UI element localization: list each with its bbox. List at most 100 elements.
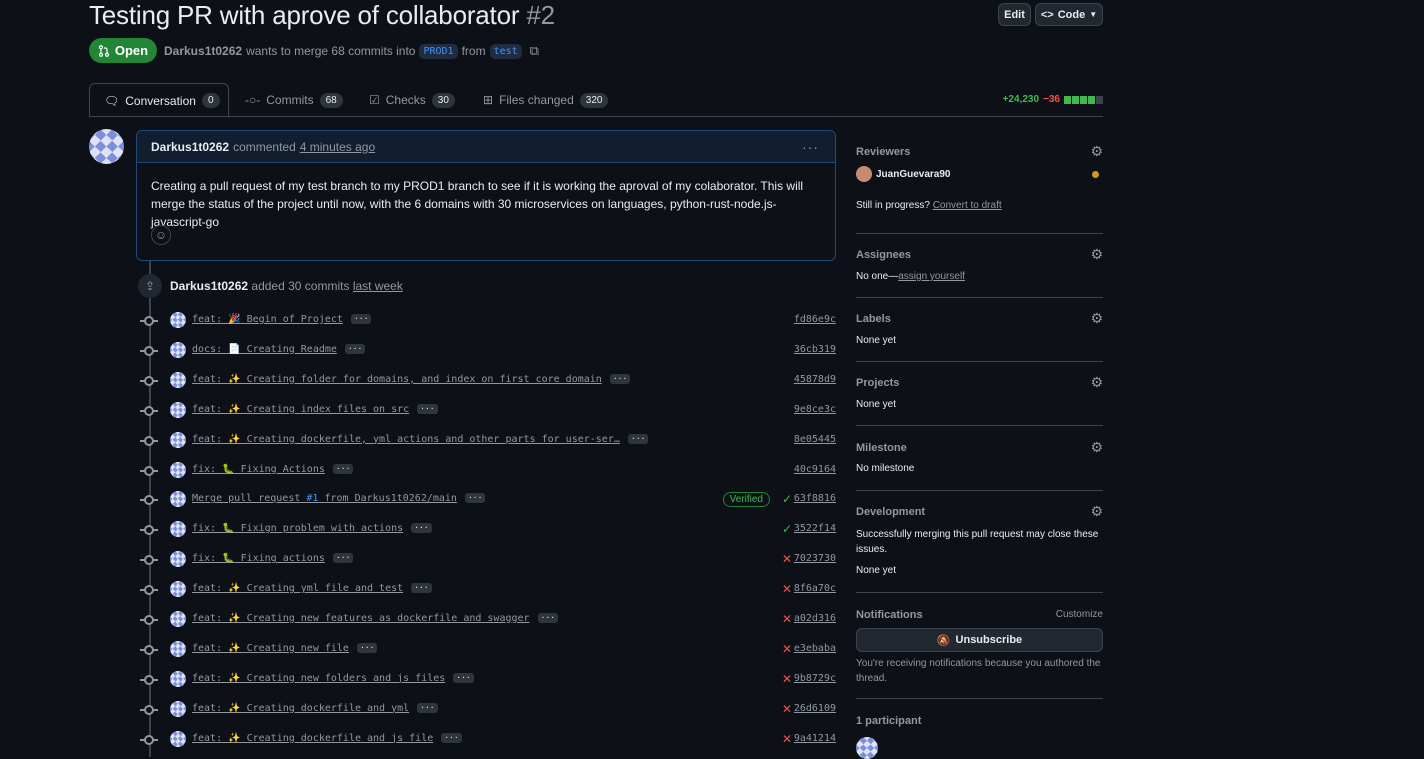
commit-avatar[interactable] (170, 611, 186, 627)
commit-avatar[interactable] (170, 491, 186, 508)
customize-link[interactable]: Customize (1056, 609, 1103, 620)
commit-link[interactable]: docs: 📄 Creating Readme ··· (192, 343, 366, 355)
commit-sha[interactable]: 7023730 (794, 553, 836, 564)
tab-files-changed[interactable]: ⊞ Files changed 320 (469, 83, 622, 117)
commit-pr-link[interactable]: #1 (306, 493, 318, 504)
tab-conversation[interactable]: 🗨 Conversation 0 (89, 83, 229, 118)
gear-icon[interactable]: ⚙ (1090, 439, 1103, 456)
participant-avatar[interactable] (856, 737, 878, 759)
gear-icon[interactable]: ⚙ (1090, 143, 1103, 160)
commit-avatar[interactable] (170, 730, 186, 747)
commit-avatar[interactable] (170, 640, 186, 657)
add-reaction-icon[interactable]: ☺ (151, 225, 171, 245)
expand-commit-button[interactable]: ··· (332, 463, 354, 474)
commit-sha[interactable]: 8f6a70c (794, 583, 836, 594)
verified-badge[interactable]: Verified (722, 492, 770, 508)
commit-sha[interactable]: 36cb319 (794, 344, 836, 355)
assignees-title[interactable]: Assignees (856, 249, 911, 261)
expand-commit-button[interactable]: ··· (441, 732, 462, 743)
commit-avatar[interactable] (170, 551, 186, 568)
comment-time[interactable]: 4 minutes ago (300, 140, 375, 154)
x-icon[interactable]: ✕ (782, 582, 792, 596)
commit-sha[interactable]: 9b8729c (794, 673, 836, 684)
x-icon[interactable]: ✕ (782, 642, 792, 656)
commit-link[interactable]: feat: ✨ Creating new file ··· (192, 642, 378, 654)
commit-link[interactable]: feat: 🎉 Begin of Project ··· (192, 314, 372, 325)
milestone-title[interactable]: Milestone (856, 442, 907, 454)
expand-commit-button[interactable]: ··· (453, 672, 474, 683)
gear-icon[interactable]: ⚙ (1090, 374, 1103, 391)
check-icon[interactable]: ✓ (782, 492, 792, 506)
commit-avatar[interactable] (170, 521, 186, 538)
expand-commit-button[interactable]: ··· (417, 702, 438, 713)
commit-sha[interactable]: 63f8816 (794, 493, 836, 504)
kebab-menu-icon[interactable]: ··· (802, 139, 819, 155)
base-branch[interactable]: PROD1 (419, 43, 458, 59)
x-icon[interactable]: ✕ (782, 552, 792, 566)
projects-title[interactable]: Projects (856, 377, 899, 389)
expand-commit-button[interactable]: ··· (344, 343, 366, 354)
expand-commit-button[interactable]: ··· (464, 493, 486, 504)
commit-link[interactable]: feat: ✨ Creating dockerfile and yml ··· (192, 702, 438, 714)
labels-title[interactable]: Labels (856, 313, 891, 325)
x-icon[interactable]: ✕ (782, 672, 792, 686)
gear-icon[interactable]: ⚙ (1090, 310, 1103, 327)
push-author[interactable]: Darkus1t0262 (170, 279, 248, 293)
pr-author-link[interactable]: Darkus1t0262 (164, 44, 242, 58)
commit-sha[interactable]: 45878d9 (794, 374, 836, 385)
commit-sha[interactable]: 3522f14 (794, 523, 836, 534)
commit-avatar[interactable] (170, 401, 186, 418)
commit-link[interactable]: feat: ✨ Creating new folders and js file… (192, 672, 474, 684)
commit-avatar[interactable] (170, 581, 186, 598)
expand-commit-button[interactable]: ··· (411, 583, 432, 594)
check-icon[interactable]: ✓ (782, 522, 792, 536)
unsubscribe-button[interactable]: 🔕 Unsubscribe (856, 628, 1103, 652)
expand-commit-button[interactable]: ··· (332, 553, 354, 564)
commit-avatar[interactable] (170, 341, 186, 358)
commit-link[interactable]: fix: 🐛 Fixign problem with actions ··· (192, 523, 432, 534)
x-icon[interactable]: ✕ (782, 702, 792, 716)
commit-avatar[interactable] (170, 670, 186, 687)
expand-commit-button[interactable]: ··· (417, 403, 438, 414)
commit-avatar[interactable] (170, 371, 186, 388)
expand-commit-button[interactable]: ··· (356, 642, 378, 653)
edit-button[interactable]: Edit (998, 3, 1031, 26)
comment-author[interactable]: Darkus1t0262 (151, 140, 229, 154)
commit-link[interactable]: feat: ✨ Creating dockerfile, yml actions… (192, 433, 649, 445)
x-icon[interactable]: ✕ (782, 612, 792, 626)
expand-commit-button[interactable]: ··· (411, 523, 432, 534)
commit-link[interactable]: Merge pull request #1 from Darkus1t0262/… (192, 493, 486, 504)
commit-avatar[interactable] (170, 312, 186, 328)
author-avatar[interactable] (89, 129, 124, 164)
commit-avatar[interactable] (170, 700, 186, 717)
x-icon[interactable]: ✕ (782, 732, 792, 746)
commit-sha[interactable]: fd86e9c (794, 314, 836, 325)
commit-sha[interactable]: e3ebaba (794, 643, 836, 654)
expand-commit-button[interactable]: ··· (609, 373, 631, 384)
commit-sha[interactable]: 9a41214 (794, 733, 836, 744)
development-title[interactable]: Development (856, 506, 925, 518)
commit-sha[interactable]: 8e05445 (794, 434, 836, 445)
expand-commit-button[interactable]: ··· (537, 613, 559, 623)
gear-icon[interactable]: ⚙ (1090, 503, 1103, 520)
assign-yourself-link[interactable]: assign yourself (898, 271, 965, 282)
convert-to-draft-link[interactable]: Convert to draft (933, 200, 1002, 211)
commit-sha[interactable]: 9e8ce3c (794, 404, 836, 415)
tab-commits[interactable]: -○- Commits 68 (231, 83, 357, 117)
copy-icon[interactable]: ⧉ (530, 43, 539, 59)
commit-sha[interactable]: a02d316 (794, 613, 836, 624)
commit-avatar[interactable] (170, 431, 186, 448)
commit-avatar[interactable] (170, 461, 186, 478)
reviewer-avatar[interactable] (856, 166, 872, 182)
push-time[interactable]: last week (353, 279, 403, 293)
reviewers-title[interactable]: Reviewers (856, 146, 910, 158)
commit-link[interactable]: feat: ✨ Creating dockerfile and js file ·… (192, 732, 462, 744)
code-button[interactable]: <> Code ▼ (1035, 3, 1103, 26)
gear-icon[interactable]: ⚙ (1090, 246, 1103, 263)
commit-link[interactable]: feat: ✨ Creating index files on src ··· (192, 403, 438, 415)
head-branch[interactable]: test (489, 43, 522, 59)
commit-link[interactable]: fix: 🐛 Fixing Actions ··· (192, 463, 354, 475)
commit-link[interactable]: feat: ✨ Creating new features as dockerf… (192, 613, 559, 624)
commit-sha[interactable]: 26d6109 (794, 703, 836, 714)
expand-commit-button[interactable]: ··· (627, 433, 649, 444)
